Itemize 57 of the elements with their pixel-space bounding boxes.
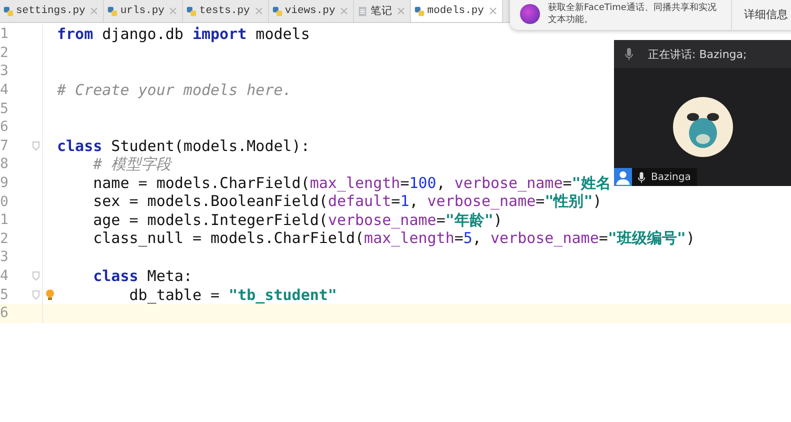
avatar-drawing (672, 97, 732, 157)
fold-icon[interactable] (32, 140, 40, 151)
lightbulb-icon[interactable] (45, 288, 55, 301)
line-number: 5 (0, 100, 10, 117)
text-file-icon (357, 6, 368, 16)
close-icon[interactable] (254, 7, 263, 15)
line-number: 2 (0, 230, 10, 247)
line-number: 5 (0, 286, 10, 303)
line-number: 9 (0, 175, 10, 192)
editor-tab[interactable]: urls.py (104, 0, 184, 22)
close-icon[interactable] (488, 7, 497, 15)
line-number: 6 (0, 305, 10, 322)
fold-icon[interactable] (32, 271, 40, 282)
editor-tab[interactable]: tests.py (183, 0, 269, 22)
code-text: class Meta: (92, 267, 192, 286)
line-number: 1 (0, 26, 10, 42)
python-file-icon (414, 6, 426, 16)
fold-icon[interactable] (32, 290, 40, 300)
line-number: 6 (0, 119, 10, 136)
code-text: sex = models.BooleanField(default=1, verbose_name="性别") (92, 192, 602, 212)
code-text: name = models.CharField(max_length=100, verbose_name="姓名 (92, 174, 611, 193)
editor-tab[interactable]: views.py (268, 0, 354, 22)
participant-name: Bazinga (651, 172, 691, 182)
app-icon (520, 4, 540, 24)
line-number: 0 (0, 194, 10, 210)
code-text: from django.db import models (57, 25, 310, 44)
line-number: 7 (0, 138, 10, 154)
editor-tab[interactable]: models.py (411, 0, 503, 22)
python-file-icon (107, 6, 118, 16)
microphone-icon (637, 170, 646, 184)
code-text: # Create your models here. (57, 81, 292, 100)
person-icon (614, 168, 632, 186)
close-icon[interactable] (397, 7, 406, 15)
notification-text: 文本功能。 (548, 14, 594, 26)
code-text: # 模型字段 (92, 154, 172, 174)
line-number: 2 (0, 44, 10, 61)
microphone-icon[interactable] (624, 47, 634, 61)
line-number: 8 (0, 156, 10, 172)
line-number: 4 (0, 82, 10, 98)
line-number: 3 (0, 249, 10, 266)
notification-text: 获取全新FaceTime通话、同播共享和实况 (548, 2, 718, 14)
line-number: 3 (0, 63, 10, 80)
code-text: class Student(models.Model): (57, 136, 310, 155)
python-file-icon (272, 6, 283, 16)
code-text: age = models.IntegerField(verbose_name="年龄") (92, 210, 502, 230)
python-file-icon (3, 6, 14, 16)
line-number: 1 (0, 212, 10, 228)
details-button[interactable]: 详细信息 (731, 0, 791, 30)
speaker-status: 正在讲话: Bazinga; (648, 46, 747, 62)
close-icon[interactable] (340, 7, 348, 15)
close-icon[interactable] (169, 7, 178, 15)
close-icon[interactable] (90, 7, 98, 15)
code-text: db_table = "tb_student" (128, 286, 337, 304)
python-file-icon (186, 6, 198, 16)
editor-tab[interactable]: settings.py (0, 0, 104, 22)
code-text: class_null = models.CharField(max_length=5, verbose_name="班级编号") (92, 229, 695, 248)
line-number: 4 (0, 268, 10, 284)
